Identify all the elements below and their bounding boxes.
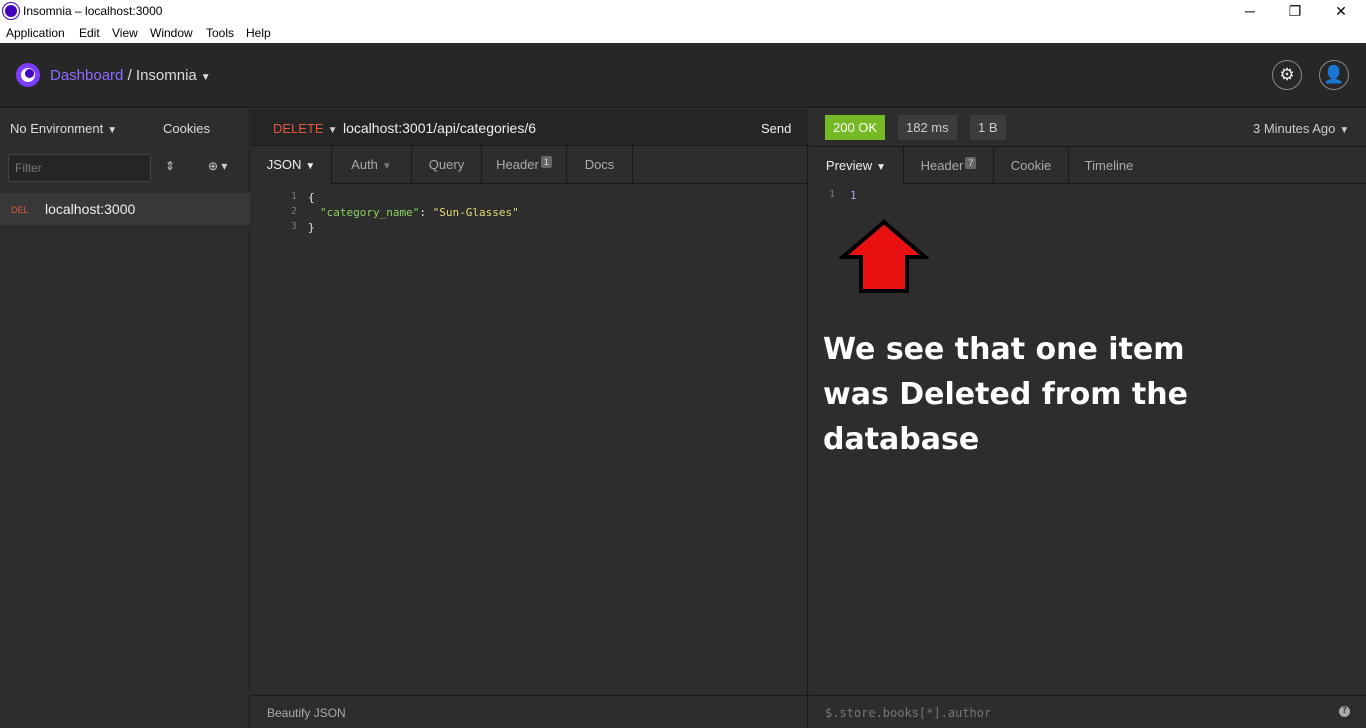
menu-bar: Application Edit View Window Tools Help — [0, 23, 1366, 43]
breadcrumb: Dashboard / Insomnia ▼ — [50, 67, 211, 84]
sidebar: No Environment ▼ Cookies Filter ⇕ ⊕ ▾ DEL… — [0, 109, 250, 728]
menu-window[interactable]: Window — [150, 26, 193, 40]
url-input[interactable]: localhost:3001/api/categories/6 — [343, 120, 536, 136]
tab-json[interactable]: JSON ▼ — [251, 146, 331, 184]
caret-down-icon: ▼ — [305, 161, 316, 172]
menu-tools[interactable]: Tools — [206, 26, 234, 40]
caret-down-icon: ▼ — [327, 125, 338, 136]
line-number: 3 — [290, 221, 297, 232]
response-size-badge: 1 B — [970, 115, 1006, 140]
url-bar: DELETE ▼ localhost:3001/api/categories/6 … — [251, 109, 808, 146]
tab-auth[interactable]: Auth ▼ — [331, 146, 411, 184]
title-bar: Insomnia – localhost:3000 ─ ❐ ✕ — [0, 0, 1366, 23]
insomnia-logo-icon — [16, 63, 40, 87]
tab-cookie[interactable]: Cookie — [994, 147, 1069, 185]
tab-docs[interactable]: Docs — [566, 146, 633, 184]
window-title: Insomnia – localhost:3000 — [23, 4, 163, 18]
minimize-button[interactable]: ─ — [1227, 2, 1273, 22]
help-icon[interactable]: ? — [1339, 706, 1350, 717]
menu-application[interactable]: Application — [6, 26, 65, 40]
code-line: } — [308, 221, 315, 234]
json-separator: : — [419, 206, 433, 219]
request-name: localhost:3000 — [45, 201, 136, 217]
line-number: 1 — [290, 191, 297, 202]
insomnia-logo-icon — [3, 3, 19, 19]
caret-down-icon: ▼ — [1339, 125, 1350, 136]
json-key: "category_name" — [320, 206, 420, 219]
status-badge: 200 OK — [825, 115, 886, 140]
filter-placeholder: $.store.books[*].author — [825, 706, 992, 720]
tab-label: Header — [496, 157, 539, 172]
send-button[interactable]: Send — [761, 121, 791, 136]
caret-down-icon: ▼ — [107, 125, 118, 136]
annotation-text: We see that one item was Deleted from th… — [823, 332, 1188, 457]
tab-header[interactable]: Header 7 — [904, 147, 994, 185]
response-filter-input[interactable]: $.store.books[*].author ? — [809, 695, 1366, 728]
tab-label: Auth — [351, 157, 378, 172]
workspace-name[interactable]: Insomnia — [136, 67, 197, 84]
response-time-badge: 182 ms — [898, 115, 957, 140]
line-number: 1 — [829, 189, 836, 200]
response-value: 1 — [850, 189, 857, 202]
breadcrumb-dashboard[interactable]: Dashboard — [50, 67, 123, 84]
filter-input[interactable]: Filter — [8, 154, 151, 182]
menu-help[interactable]: Help — [246, 26, 271, 40]
account-icon[interactable]: 👤 — [1319, 60, 1349, 90]
code-line: { — [308, 191, 315, 204]
add-request-icon[interactable]: ⊕ ▾ — [208, 159, 227, 173]
history-label: 3 Minutes Ago — [1253, 121, 1336, 136]
maximize-button[interactable]: ❐ — [1272, 2, 1318, 22]
menu-view[interactable]: View — [112, 26, 138, 40]
sort-icon[interactable]: ⇕ — [165, 159, 175, 173]
response-pane: 200 OK 182 ms 1 B 3 Minutes Ago ▼ Preview… — [809, 109, 1366, 728]
code-line: "category_name": "Sun-Glasses" — [320, 206, 519, 219]
environment-selector[interactable]: No Environment ▼ — [10, 121, 117, 136]
arrow-shape — [839, 219, 929, 293]
menu-edit[interactable]: Edit — [79, 26, 100, 40]
caret-down-icon: ▼ — [381, 161, 392, 172]
header-count-badge: 1 — [540, 156, 552, 168]
app-header: Dashboard / Insomnia ▼ ⚙ 👤 — [0, 43, 1366, 108]
tab-timeline[interactable]: Timeline — [1069, 147, 1149, 185]
line-number: 2 — [290, 206, 297, 217]
breadcrumb-separator: / — [127, 67, 132, 84]
request-list-item[interactable]: DEL localhost:3000 — [0, 193, 250, 225]
caret-down-icon[interactable]: ▼ — [201, 72, 211, 83]
tab-label: Preview — [825, 158, 873, 173]
tab-label: Header — [920, 158, 964, 173]
method-label: DELETE — [273, 121, 324, 136]
environment-label: No Environment — [10, 121, 104, 136]
tab-preview[interactable]: Preview ▼ — [809, 147, 904, 185]
response-history[interactable]: 3 Minutes Ago ▼ — [1253, 121, 1349, 136]
request-pane: DELETE ▼ localhost:3001/api/categories/6 … — [251, 109, 808, 728]
settings-gear-icon[interactable]: ⚙ — [1272, 60, 1302, 90]
tab-header[interactable]: Header 1 — [481, 146, 566, 184]
json-value: "Sun-Glasses" — [432, 206, 519, 219]
tab-query[interactable]: Query — [411, 146, 481, 184]
response-tabs: Preview ▼ Header 7 Cookie Timeline — [809, 146, 1366, 185]
method-selector[interactable]: DELETE ▼ — [273, 121, 337, 136]
close-button[interactable]: ✕ — [1318, 2, 1364, 22]
cookies-button[interactable]: Cookies — [163, 121, 210, 136]
beautify-json-button[interactable]: Beautify JSON — [251, 695, 808, 728]
caret-down-icon: ▼ — [876, 162, 887, 173]
tab-label: JSON — [266, 157, 302, 172]
header-count-badge: 7 — [965, 157, 977, 169]
request-tabs: JSON ▼ Auth ▼ Query Header 1 Docs — [251, 146, 808, 184]
up-arrow-annotation — [839, 219, 929, 293]
request-method-badge: DEL — [11, 205, 29, 215]
